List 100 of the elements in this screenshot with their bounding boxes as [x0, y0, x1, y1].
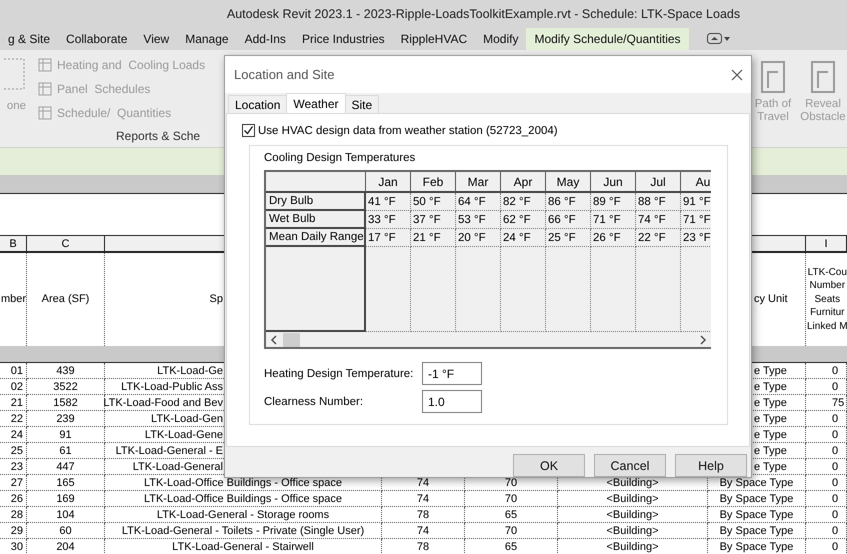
door-icon [760, 60, 786, 94]
door-icon [810, 60, 836, 94]
table-cell: 27 [0, 475, 27, 491]
table-cell: 74 [382, 523, 465, 539]
table-icon [38, 58, 52, 72]
table-cell: 65 [465, 539, 558, 554]
dialog-button[interactable]: Cancel [594, 454, 666, 477]
close-icon[interactable] [731, 68, 743, 81]
panel-label: Reports & Sche [116, 129, 202, 143]
table-cell: 66 °F [548, 214, 576, 226]
table-cell: 50 °F [413, 196, 441, 208]
table-cell: 60 [27, 523, 105, 539]
table-cell: 165 [27, 475, 105, 491]
table-icon [38, 106, 52, 120]
table-cell: 65 [465, 507, 558, 523]
scrollbar-thumb[interactable] [283, 332, 300, 347]
row-header: Wet Bulb [269, 213, 316, 226]
table-cell: 71 °F [683, 214, 711, 226]
column-letter-cell: B [0, 236, 27, 253]
group-title: Cooling Design Temperatures [264, 152, 416, 164]
table-cell: 70 [465, 523, 558, 539]
table-cell: LTK-Load-General - Toilets - Private (Single User) [105, 523, 382, 539]
table-cell: LTK-Load-General - Stairwell [105, 539, 382, 554]
table-icon [38, 82, 52, 96]
window-title: Autodesk Revit 2023.1 - 2023-Ripple-LoadsToolkitExample.rvt - Schedule: LTK-Space Loads [0, 0, 847, 28]
table-cell: By Space Type [708, 539, 806, 554]
table-cell: <Building> [558, 539, 708, 554]
checkbox[interactable] [242, 124, 255, 138]
checkbox-label: Use HVAC design data from weather station (52723_2004) [258, 124, 558, 137]
ribbon-tab[interactable]: Add-Ins [236, 28, 294, 50]
table-cell: 3522 [27, 379, 105, 395]
table-cell: LTK-Load-General - Storage rooms [105, 507, 382, 523]
input-field[interactable]: 1.0 [422, 390, 482, 414]
dialog-tab[interactable]: Site [344, 95, 380, 114]
ribbon-tab[interactable]: Modify [475, 28, 526, 50]
ribbon-options-icon[interactable] [706, 33, 731, 45]
chevron-right-icon[interactable] [699, 334, 707, 345]
ribbon-tab[interactable]: View [135, 28, 178, 50]
table-cell: 86 °F [548, 196, 576, 208]
column-header: Au [696, 174, 710, 189]
ribbon-tab[interactable]: Modify Schedule/Quantities [526, 28, 689, 50]
table-cell: 01 [0, 363, 27, 379]
input-field[interactable]: -1 °F [422, 362, 482, 386]
column-header: Jun [603, 174, 623, 189]
column-header: Apr [514, 174, 532, 189]
dialog-tab[interactable]: Weather [286, 93, 346, 114]
dialog-button[interactable]: OK [513, 454, 585, 477]
table-cell: 17 °F [368, 232, 396, 244]
ribbon-tab[interactable]: Manage [177, 28, 237, 50]
table-cell: 37 °F [413, 214, 441, 226]
table-cell: 88 °F [638, 196, 666, 208]
table-cell: By Space Type [708, 491, 806, 507]
ribbon-tab[interactable]: Collaborate [58, 28, 136, 50]
table-cell: 0 [806, 443, 847, 459]
table-cell: 239 [27, 411, 105, 427]
dialog-tab[interactable]: Location [228, 95, 288, 114]
table-cell: 29 [0, 523, 27, 539]
table-cell: 22 °F [638, 232, 666, 244]
table-cell: 82 °F [503, 196, 531, 208]
table-cell: LTK-Load-Office Buildings - Office space [105, 491, 382, 507]
table-cell: 24 °F [503, 232, 531, 244]
ribbon-tab[interactable]: g & Site [0, 28, 58, 50]
table-cell: 0 [806, 379, 847, 395]
dialog-button[interactable]: Help [675, 454, 747, 477]
table-cell: 78 [382, 539, 465, 554]
table-cell: 91 °F [683, 196, 711, 208]
table-cell: 62 °F [503, 214, 531, 226]
column-header: May [556, 174, 580, 189]
table-cell: 0 [806, 507, 847, 523]
table-cell: 26 [0, 491, 27, 507]
column-letter-cell: I [806, 236, 847, 253]
table-cell: 25 [0, 443, 27, 459]
table-cell: 74 °F [638, 214, 666, 226]
table-cell: 30 [0, 539, 27, 554]
table-cell: 22 [0, 411, 27, 427]
table-cell: 20 °F [458, 232, 486, 244]
column-header: Jul [650, 174, 666, 189]
table-cell: 0 [806, 491, 847, 507]
table-cell: 1582 [27, 395, 105, 411]
table-cell: 70 [465, 491, 558, 507]
table-cell: 0 [806, 411, 847, 427]
ribbon-tab[interactable]: Price Industries [294, 28, 393, 50]
table-cell: 104 [27, 507, 105, 523]
column-header: Mar [468, 174, 488, 189]
chevron-left-icon[interactable] [270, 334, 278, 345]
table-cell: 0 [806, 459, 847, 475]
table-cell: 21 [0, 395, 27, 411]
table-cell: 61 [27, 443, 105, 459]
field-label: Clearness Number: [264, 396, 364, 408]
row-header: Dry Bulb [269, 195, 314, 208]
table-cell: 439 [27, 363, 105, 379]
table-cell: <Building> [558, 523, 708, 539]
table-cell: 204 [27, 539, 105, 554]
column-header: Jan [378, 174, 398, 189]
table-cell: 89 °F [593, 196, 621, 208]
table-cell: 169 [27, 491, 105, 507]
column-letter-cell: C [27, 236, 105, 253]
table-cell: 28 [0, 507, 27, 523]
ribbon-tab[interactable]: RippleHVAC [392, 28, 476, 50]
table-cell: 64 °F [458, 196, 486, 208]
